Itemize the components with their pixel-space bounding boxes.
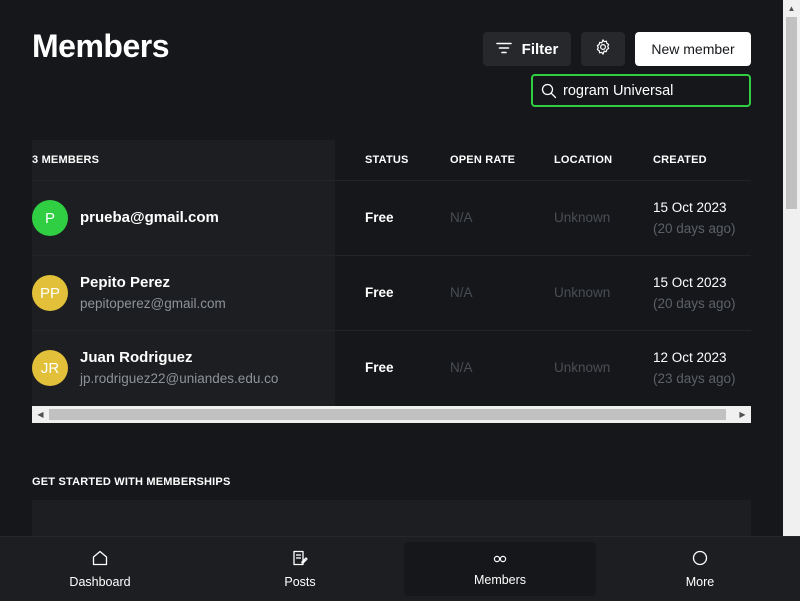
- nav-label-posts: Posts: [284, 574, 316, 589]
- column-header-open-rate: OPEN RATE: [450, 154, 516, 166]
- search-input[interactable]: [563, 82, 733, 99]
- member-location: Unknown: [554, 360, 611, 375]
- filter-button[interactable]: Filter: [483, 32, 571, 66]
- gear-icon: [594, 38, 612, 61]
- member-created-ago: (20 days ago): [653, 296, 736, 311]
- page-title: Members: [32, 28, 170, 64]
- horizontal-scrollbar[interactable]: ◀ ▶: [32, 406, 751, 423]
- nav-label-members: Members: [473, 573, 527, 587]
- posts-icon: [292, 550, 308, 571]
- member-location: Unknown: [554, 210, 611, 225]
- member-name: prueba@gmail.com: [80, 209, 219, 226]
- member-status: Free: [365, 285, 394, 300]
- column-header-members: 3 MEMBERS: [32, 154, 100, 166]
- home-icon: [92, 550, 108, 571]
- member-email: jp.rodriguez22@uniandes.edu.co: [80, 371, 279, 386]
- new-member-button[interactable]: New member: [635, 32, 751, 66]
- bottom-navigation: Dashboard Posts Members More: [0, 536, 800, 601]
- memberships-section-title: GET STARTED WITH MEMBERSHIPS: [32, 476, 231, 488]
- settings-button[interactable]: [581, 32, 625, 66]
- member-created: 15 Oct 2023: [653, 200, 727, 215]
- avatar: P: [32, 200, 68, 236]
- member-name: Juan Rodriguez: [80, 349, 193, 366]
- member-status: Free: [365, 210, 394, 225]
- members-icon: [492, 551, 508, 569]
- more-icon: [692, 550, 708, 571]
- column-header-status: STATUS: [365, 154, 409, 166]
- filter-label: Filter: [521, 40, 559, 58]
- member-location: Unknown: [554, 285, 611, 300]
- nav-item-posts[interactable]: Posts: [204, 537, 396, 601]
- members-table: 3 MEMBERS STATUS OPEN RATE LOCATION CREA…: [32, 140, 751, 423]
- avatar: PP: [32, 275, 68, 311]
- search-field[interactable]: [531, 74, 751, 107]
- horizontal-scroll-thumb[interactable]: [49, 409, 726, 420]
- member-created: 12 Oct 2023: [653, 350, 727, 365]
- table-row[interactable]: JR Juan Rodriguez jp.rodriguez22@uniande…: [32, 331, 751, 406]
- members-page: Members Filter New member 3 MEMBERS STAT…: [0, 0, 783, 600]
- table-row[interactable]: PP Pepito Perez pepitoperez@gmail.com Fr…: [32, 256, 751, 331]
- vertical-scrollbar[interactable]: ▲ ▼: [783, 0, 800, 600]
- avatar: JR: [32, 350, 68, 386]
- member-created-ago: (23 days ago): [653, 371, 736, 386]
- filter-icon: [495, 41, 512, 58]
- member-status: Free: [365, 360, 394, 375]
- member-created-ago: (20 days ago): [653, 221, 736, 236]
- scroll-right-icon[interactable]: ▶: [734, 406, 751, 423]
- vertical-scroll-thumb[interactable]: [786, 17, 797, 209]
- nav-label-more: More: [685, 574, 715, 589]
- member-created: 15 Oct 2023: [653, 275, 727, 290]
- column-header-created: CREATED: [653, 154, 707, 166]
- nav-item-more[interactable]: More: [604, 537, 796, 601]
- search-icon: [541, 83, 557, 99]
- nav-item-dashboard[interactable]: Dashboard: [4, 537, 196, 601]
- table-row[interactable]: P prueba@gmail.com Free N/A Unknown 15 O…: [32, 181, 751, 256]
- member-name: Pepito Perez: [80, 274, 171, 291]
- memberships-card: [32, 500, 751, 540]
- nav-item-members[interactable]: Members: [404, 542, 596, 596]
- scroll-up-icon[interactable]: ▲: [783, 0, 800, 17]
- column-header-location: LOCATION: [554, 154, 613, 166]
- scroll-left-icon[interactable]: ◀: [32, 406, 49, 423]
- member-open-rate: N/A: [450, 210, 473, 225]
- nav-label-dashboard: Dashboard: [69, 574, 131, 589]
- member-open-rate: N/A: [450, 285, 473, 300]
- member-open-rate: N/A: [450, 360, 473, 375]
- member-email: pepitoperez@gmail.com: [80, 296, 226, 311]
